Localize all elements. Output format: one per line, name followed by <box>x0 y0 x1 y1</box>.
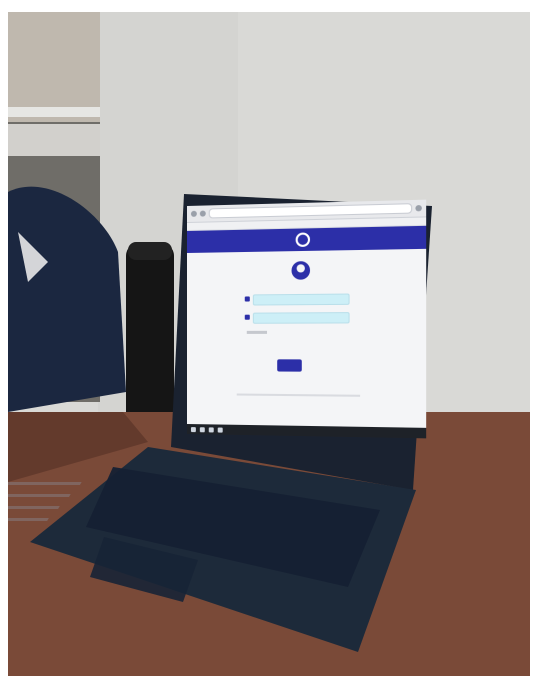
photo <box>8 12 530 676</box>
password-field-icon <box>245 315 250 320</box>
username-input <box>253 294 350 306</box>
login-panel <box>187 249 426 416</box>
menu-icon <box>415 205 421 211</box>
password-input <box>253 312 350 324</box>
logo-icon <box>295 232 309 247</box>
user-field-icon <box>245 296 250 301</box>
start-icon <box>191 427 196 432</box>
address-bar <box>209 203 412 218</box>
user-icon <box>292 261 311 280</box>
remember-me-line <box>247 331 267 334</box>
laptop-screen <box>187 200 426 439</box>
login-button <box>277 359 302 371</box>
forward-icon <box>200 211 206 217</box>
taskbar-app-icon <box>209 427 214 432</box>
taskbar-app-icon <box>200 427 205 432</box>
footer-divider <box>237 393 360 396</box>
taskbar-app-icon <box>218 427 223 432</box>
back-icon <box>191 211 197 217</box>
